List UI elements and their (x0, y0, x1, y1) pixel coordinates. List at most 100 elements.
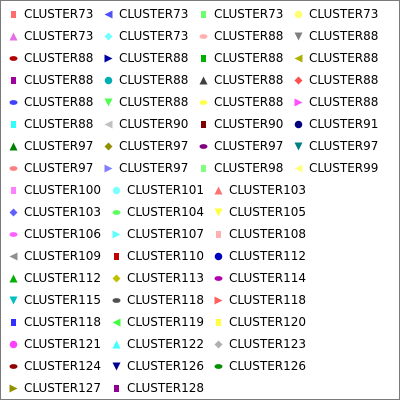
triangle-right-icon (294, 98, 303, 107)
legend-item-label: CLUSTER105 (229, 205, 307, 219)
legend-item-label: CLUSTER100 (24, 183, 102, 197)
legend-item-label: CLUSTER103 (229, 183, 307, 197)
triangle-down-icon (214, 208, 223, 217)
legend-item-label: CLUSTER122 (127, 337, 205, 351)
legend-item: CLUSTER73 (294, 3, 378, 25)
legend-item: CLUSTER73 (104, 3, 188, 25)
legend-item-label: CLUSTER108 (229, 227, 307, 241)
legend-item-label: CLUSTER126 (127, 359, 205, 373)
legend-item: CLUSTER114 (214, 267, 306, 289)
legend-item-label: CLUSTER118 (127, 293, 205, 307)
square-icon (9, 76, 18, 85)
legend-item: CLUSTER73 (104, 25, 188, 47)
square-icon (199, 54, 208, 63)
legend-item: CLUSTER73 (199, 3, 283, 25)
triangle-down-icon (104, 98, 113, 107)
square-icon (214, 230, 223, 239)
legend-item-label: CLUSTER88 (214, 95, 284, 109)
legend-item-label: CLUSTER88 (309, 29, 379, 43)
legend-item: CLUSTER88 (9, 113, 93, 135)
ellipse-icon (9, 54, 18, 63)
legend-item-label: CLUSTER120 (229, 315, 307, 329)
legend-item: CLUSTER88 (104, 91, 188, 113)
legend-item: CLUSTER115 (9, 289, 101, 311)
legend-item: CLUSTER107 (112, 223, 204, 245)
legend-item-label: CLUSTER90 (214, 117, 284, 131)
legend-item-label: CLUSTER106 (24, 227, 102, 241)
circle-icon (9, 340, 18, 349)
diamond-icon (104, 32, 113, 41)
legend-item: CLUSTER88 (294, 25, 378, 47)
circle-icon (294, 120, 303, 129)
legend-item-label: CLUSTER73 (24, 29, 94, 43)
triangle-up-icon (199, 76, 208, 85)
legend-item-label: CLUSTER88 (24, 95, 94, 109)
legend-item: CLUSTER105 (214, 201, 306, 223)
legend-item: CLUSTER88 (294, 69, 378, 91)
legend-item: CLUSTER104 (112, 201, 204, 223)
legend-item: CLUSTER88 (199, 47, 283, 69)
legend-item: CLUSTER109 (9, 245, 101, 267)
legend-item-label: CLUSTER126 (229, 359, 307, 373)
ellipse-icon (214, 274, 223, 283)
legend-item: CLUSTER73 (9, 3, 93, 25)
legend-item: CLUSTER88 (9, 91, 93, 113)
legend-item: CLUSTER103 (9, 201, 101, 223)
legend-item-label: CLUSTER123 (229, 337, 307, 351)
legend-item: CLUSTER128 (112, 377, 204, 399)
ellipse-icon (9, 362, 18, 371)
legend-item-label: CLUSTER73 (214, 7, 284, 21)
square-icon (9, 10, 18, 19)
legend-item-label: CLUSTER114 (229, 271, 307, 285)
legend-item-label: CLUSTER97 (214, 139, 284, 153)
legend-item: CLUSTER122 (112, 333, 204, 355)
legend-item: CLUSTER97 (104, 157, 188, 179)
legend-item-label: CLUSTER113 (127, 271, 205, 285)
triangle-right-icon (104, 164, 113, 173)
square-icon (199, 164, 208, 173)
legend-item-label: CLUSTER119 (127, 315, 205, 329)
triangle-down-icon (9, 296, 18, 305)
legend-item-label: CLUSTER88 (309, 51, 379, 65)
legend-item: CLUSTER88 (9, 47, 93, 69)
legend-item: CLUSTER126 (214, 355, 306, 377)
ellipse-icon (9, 164, 18, 173)
triangle-right-icon (112, 230, 121, 239)
legend-item-label: CLUSTER124 (24, 359, 102, 373)
legend-item-label: CLUSTER97 (24, 161, 94, 175)
legend-item: CLUSTER120 (214, 311, 306, 333)
legend-item-label: CLUSTER88 (309, 73, 379, 87)
square-icon (199, 10, 208, 19)
legend-item-label: CLUSTER91 (309, 117, 379, 131)
legend-item: CLUSTER97 (9, 157, 93, 179)
triangle-down-icon (294, 142, 303, 151)
triangle-left-icon (104, 120, 113, 129)
legend-item-label: CLUSTER73 (24, 7, 94, 21)
ellipse-icon (214, 362, 223, 371)
legend-item: CLUSTER100 (9, 179, 101, 201)
legend-item-label: CLUSTER88 (119, 51, 189, 65)
triangle-down-icon (112, 362, 121, 371)
legend-item-label: CLUSTER88 (214, 51, 284, 65)
legend-item: CLUSTER88 (9, 69, 93, 91)
legend-item: CLUSTER118 (112, 289, 204, 311)
legend-item: CLUSTER108 (214, 223, 306, 245)
square-icon (199, 120, 208, 129)
legend-item: CLUSTER97 (199, 135, 283, 157)
ellipse-icon (199, 32, 208, 41)
legend-item-label: CLUSTER73 (119, 29, 189, 43)
square-icon (9, 186, 18, 195)
legend-item: CLUSTER118 (214, 289, 306, 311)
triangle-down-icon (294, 32, 303, 41)
legend-item-label: CLUSTER112 (24, 271, 102, 285)
triangle-up-icon (9, 32, 18, 41)
legend-item-label: CLUSTER97 (24, 139, 94, 153)
legend-item-label: CLUSTER104 (127, 205, 205, 219)
legend-item: CLUSTER98 (199, 157, 283, 179)
square-icon (214, 318, 223, 327)
legend-item-label: CLUSTER97 (119, 161, 189, 175)
legend-item: CLUSTER127 (9, 377, 101, 399)
diamond-icon (104, 142, 113, 151)
legend-item-label: CLUSTER118 (229, 293, 307, 307)
legend-item: CLUSTER124 (9, 355, 101, 377)
